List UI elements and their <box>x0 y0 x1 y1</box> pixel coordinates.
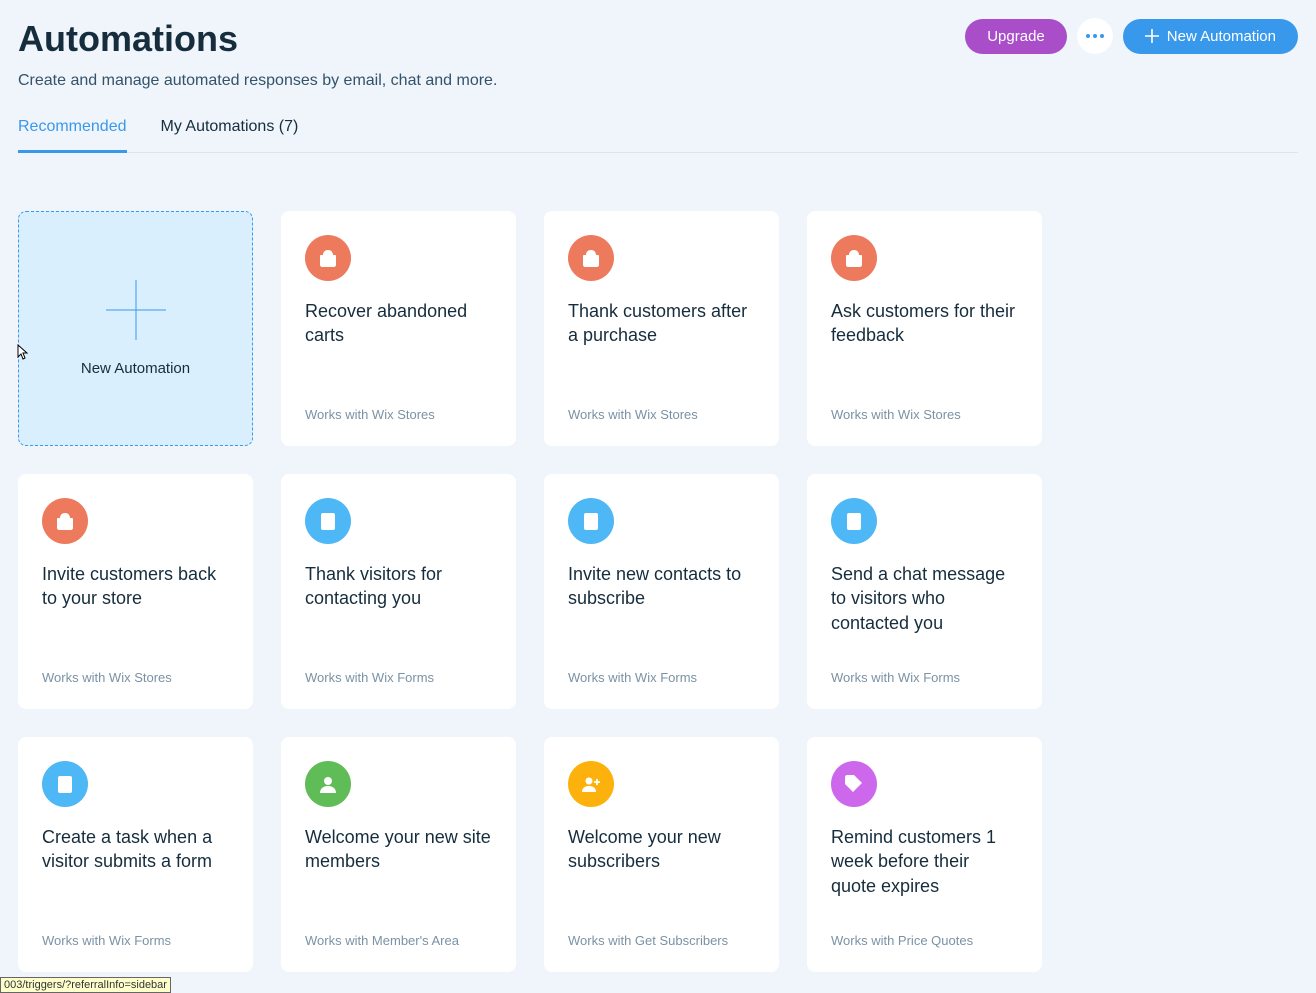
status-bar-tooltip: 003/triggers/?referralInfo=sidebar <box>0 977 171 993</box>
ellipsis-icon <box>1086 34 1104 38</box>
automation-card[interactable]: Thank customers after a purchaseWorks wi… <box>544 211 779 446</box>
page-title: Automations <box>18 18 238 60</box>
automation-grid: New Automation Recover abandoned cartsWo… <box>18 211 1298 972</box>
bag-icon <box>42 498 88 544</box>
bag-icon <box>831 235 877 281</box>
card-title: Send a chat message to visitors who cont… <box>831 562 1018 670</box>
card-footer: Works with Wix Stores <box>305 407 492 422</box>
automation-card[interactable]: Invite customers back to your storeWorks… <box>18 474 253 709</box>
card-title: Remind customers 1 week before their quo… <box>831 825 1018 933</box>
tab-recommended[interactable]: Recommended <box>18 118 127 153</box>
form-icon <box>568 498 614 544</box>
upgrade-button[interactable]: Upgrade <box>965 19 1067 54</box>
card-title: Thank visitors for contacting you <box>305 562 492 670</box>
form-icon <box>305 498 351 544</box>
plus-icon <box>1145 29 1159 43</box>
form-icon <box>831 498 877 544</box>
new-automation-card-label: New Automation <box>81 360 190 377</box>
card-title: Invite customers back to your store <box>42 562 229 670</box>
card-footer: Works with Wix Forms <box>305 670 492 685</box>
automation-card[interactable]: Invite new contacts to subscribeWorks wi… <box>544 474 779 709</box>
new-automation-button[interactable]: New Automation <box>1123 19 1298 54</box>
automation-card[interactable]: Create a task when a visitor submits a f… <box>18 737 253 972</box>
card-footer: Works with Wix Stores <box>42 670 229 685</box>
card-footer: Works with Get Subscribers <box>568 933 755 948</box>
automation-card[interactable]: Welcome your new subscribersWorks with G… <box>544 737 779 972</box>
bag-icon <box>305 235 351 281</box>
card-footer: Works with Wix Forms <box>568 670 755 685</box>
card-title: Recover abandoned carts <box>305 299 492 407</box>
card-title: Invite new contacts to subscribe <box>568 562 755 670</box>
card-title: Welcome your new subscribers <box>568 825 755 933</box>
tab-my-automations[interactable]: My Automations (7) <box>161 118 299 153</box>
cursor-icon <box>14 343 30 363</box>
person-plus-icon <box>568 761 614 807</box>
automation-card[interactable]: Ask customers for their feedbackWorks wi… <box>807 211 1042 446</box>
header-actions: Upgrade New Automation <box>965 18 1298 54</box>
automation-card[interactable]: Welcome your new site membersWorks with … <box>281 737 516 972</box>
card-footer: Works with Member's Area <box>305 933 492 948</box>
automation-card[interactable]: Remind customers 1 week before their quo… <box>807 737 1042 972</box>
automation-card[interactable]: Send a chat message to visitors who cont… <box>807 474 1042 709</box>
form-icon <box>42 761 88 807</box>
tabs-bar: Recommended My Automations (7) <box>18 118 1298 153</box>
card-title: Ask customers for their feedback <box>831 299 1018 407</box>
person-icon <box>305 761 351 807</box>
plus-large-icon <box>106 280 166 340</box>
card-footer: Works with Wix Forms <box>42 933 229 948</box>
new-automation-card[interactable]: New Automation <box>18 211 253 446</box>
card-footer: Works with Wix Forms <box>831 670 1018 685</box>
card-title: Create a task when a visitor submits a f… <box>42 825 229 933</box>
card-footer: Works with Wix Stores <box>831 407 1018 422</box>
automation-card[interactable]: Recover abandoned cartsWorks with Wix St… <box>281 211 516 446</box>
card-footer: Works with Wix Stores <box>568 407 755 422</box>
new-automation-label: New Automation <box>1167 28 1276 45</box>
automation-card[interactable]: Thank visitors for contacting youWorks w… <box>281 474 516 709</box>
tag-icon <box>831 761 877 807</box>
page-subtitle: Create and manage automated responses by… <box>18 72 1298 90</box>
card-title: Welcome your new site members <box>305 825 492 933</box>
card-footer: Works with Price Quotes <box>831 933 1018 948</box>
more-options-button[interactable] <box>1077 18 1113 54</box>
bag-icon <box>568 235 614 281</box>
card-title: Thank customers after a purchase <box>568 299 755 407</box>
